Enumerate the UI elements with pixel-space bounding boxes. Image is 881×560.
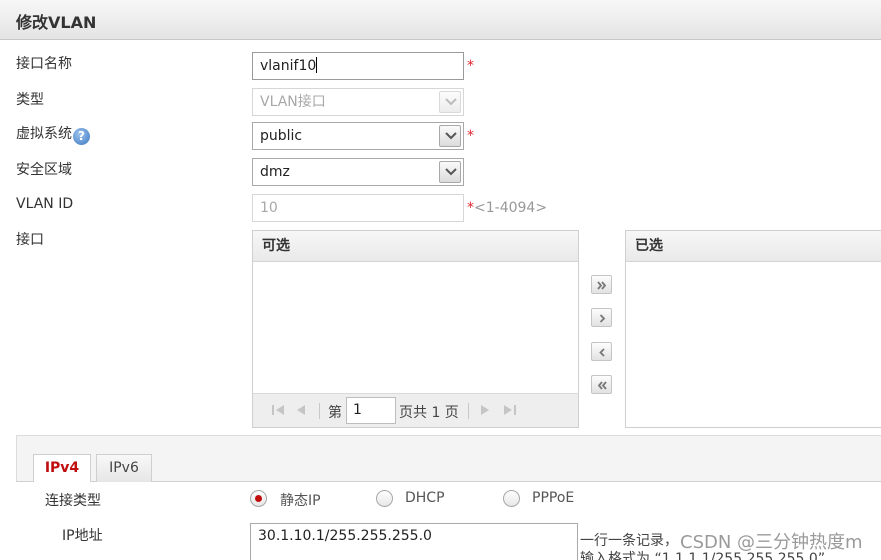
connection-type-label: 连接类型 — [45, 493, 101, 509]
required-mark-vlanid: * — [467, 200, 474, 216]
page-number-input[interactable]: 1 — [346, 397, 396, 424]
radio-pppoe-label[interactable]: PPPoE — [532, 490, 574, 506]
ip-address-label: IP地址 — [62, 528, 103, 544]
prev-page-icon[interactable] — [295, 403, 307, 417]
vlan-id-input: 10 — [252, 194, 464, 222]
pager-separator — [319, 403, 320, 419]
pager-separator — [468, 403, 469, 419]
double-chevron-right-icon — [597, 281, 607, 290]
vlan-id-value: 10 — [260, 200, 278, 216]
radio-dhcp-label[interactable]: DHCP — [405, 490, 445, 506]
selected-interfaces-panel: 已选 — [625, 230, 881, 428]
ip-format-note-line1: 一行一条记录， — [580, 533, 678, 549]
available-header: 可选 — [253, 231, 578, 262]
interface-name-input[interactable]: vlanif10 — [252, 52, 464, 80]
text-cursor — [316, 57, 318, 73]
chevron-down-icon[interactable] — [439, 161, 461, 183]
question-circle-icon[interactable]: ? — [73, 128, 90, 145]
pager-prefix: 第 — [328, 405, 342, 421]
vsys-value: public — [260, 128, 303, 144]
zone-select[interactable]: dmz — [252, 158, 464, 186]
required-mark-name: * — [467, 58, 474, 74]
vlan-id-range-hint: <1-4094> — [474, 200, 548, 216]
pager: 第 1 页共 1 页 — [253, 393, 578, 427]
required-mark-vsys: * — [467, 128, 474, 144]
type-value: VLAN接口 — [260, 94, 326, 110]
next-page-icon[interactable] — [479, 403, 491, 417]
type-label: 类型 — [16, 92, 44, 108]
available-interfaces-panel: 可选 第 1 页共 1 页 — [252, 230, 579, 428]
selected-header: 已选 — [626, 231, 881, 262]
move-all-left-button[interactable] — [591, 375, 612, 394]
interface-name-value: vlanif10 — [260, 58, 317, 74]
vsys-label: 虚拟系统? — [16, 123, 90, 145]
interface-name-label: 接口名称 — [16, 56, 72, 72]
double-chevron-left-icon — [597, 381, 607, 390]
page-number-value: 1 — [353, 402, 362, 418]
zone-value: dmz — [260, 164, 290, 180]
move-right-button[interactable] — [591, 308, 612, 327]
watermark: CSDN @三分钟热度m — [680, 532, 863, 553]
vlan-id-label: VLAN ID — [16, 196, 74, 212]
last-page-icon[interactable] — [501, 403, 517, 417]
first-page-icon[interactable] — [271, 403, 287, 417]
dialog-title-bar: 修改VLAN — [0, 0, 881, 40]
radio-static-ip[interactable] — [250, 490, 267, 507]
interfaces-label: 接口 — [16, 232, 44, 248]
radio-dhcp[interactable] — [376, 490, 393, 507]
type-select: VLAN接口 — [252, 88, 464, 116]
chevron-right-icon — [599, 314, 606, 323]
tab-ipv6[interactable]: IPv6 — [96, 454, 152, 482]
chevron-down-icon[interactable] — [439, 125, 461, 147]
dialog-title: 修改VLAN — [16, 13, 97, 32]
zone-label: 安全区域 — [16, 162, 72, 178]
radio-static-ip-label[interactable]: 静态IP — [280, 490, 321, 510]
ip-address-value: 30.1.10.1/255.255.255.0 — [258, 528, 432, 544]
vsys-label-text: 虚拟系统 — [16, 126, 72, 142]
move-all-right-button[interactable] — [591, 275, 612, 294]
pager-suffix: 页共 1 页 — [399, 405, 459, 421]
chevron-down-icon — [439, 91, 461, 113]
tab-ipv4[interactable]: IPv4 — [33, 454, 91, 483]
vsys-select[interactable]: public — [252, 122, 464, 150]
chevron-left-icon — [599, 348, 605, 357]
move-left-button[interactable] — [591, 342, 612, 361]
radio-pppoe[interactable] — [503, 490, 520, 507]
ip-address-textarea[interactable]: 30.1.10.1/255.255.255.0 — [250, 523, 578, 560]
